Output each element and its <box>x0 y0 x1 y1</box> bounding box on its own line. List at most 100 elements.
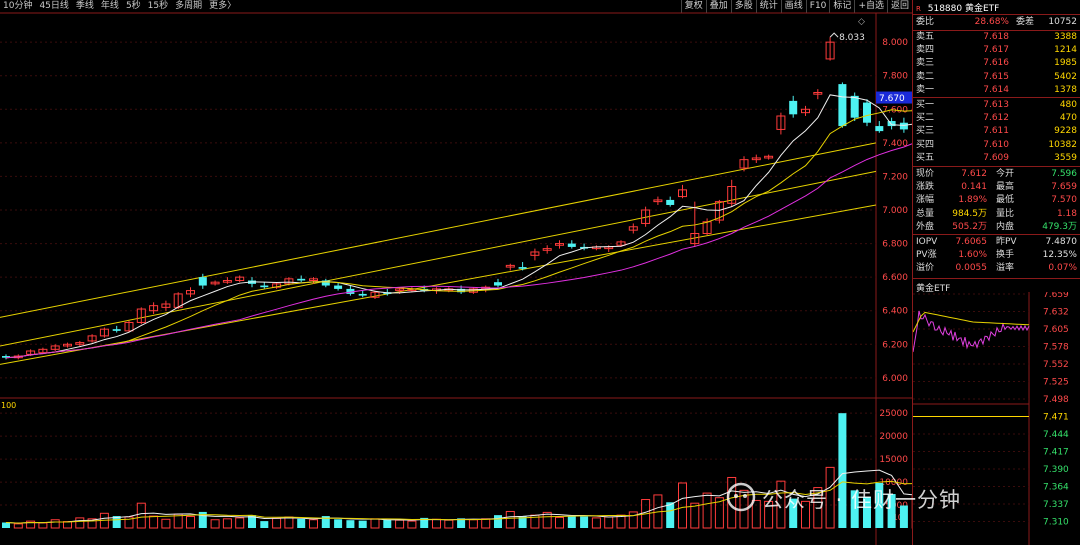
volume-bar-down <box>383 519 392 528</box>
kline-chart[interactable]: 8.0007.8007.6007.4007.2007.0006.8006.600… <box>0 0 912 545</box>
bid-label: 买一 <box>916 100 935 110</box>
quote-label: 今开 <box>996 169 1015 179</box>
candle-body-down <box>494 282 502 286</box>
volume-bar-down <box>666 502 675 528</box>
volume-bar-up <box>628 511 638 529</box>
quote-label: 涨跌 <box>916 182 935 193</box>
quote-value: 0.141 <box>961 182 987 193</box>
price-tick-label: 7.400 <box>882 139 908 149</box>
ask-row[interactable]: 卖二 7.615 5402 <box>913 71 1080 84</box>
volume-bar-up <box>395 519 405 529</box>
ask-row[interactable]: 卖四 7.617 1214 <box>913 44 1080 57</box>
candle-body-down <box>875 126 884 132</box>
iopv-value: 1.60% <box>958 250 987 261</box>
ask-price: 7.614 <box>983 84 1009 95</box>
ask-row[interactable]: 卖三 7.616 1985 <box>913 57 1080 70</box>
volume-bar-down <box>297 518 306 528</box>
quote-row: 涨跌 0.141 最高 7.659 <box>913 181 1080 194</box>
watermark-text: 公众号 · 佳财一分钟 <box>762 488 962 512</box>
candle-body-down <box>838 84 847 127</box>
volume-bar-up <box>235 517 245 529</box>
mini-tick-label: 7.525 <box>1043 378 1069 388</box>
volume-bar-up <box>222 518 232 529</box>
commission-diff-value: 10752 <box>1048 17 1077 27</box>
mini-tick-label: 7.498 <box>1043 395 1069 405</box>
candle-body-down <box>789 100 798 115</box>
candle-body-down <box>297 278 306 281</box>
ask-price: 7.616 <box>983 58 1009 69</box>
moving-average-line <box>5 109 912 359</box>
price-tick-label: 8.000 <box>882 38 908 48</box>
volume-bar-down <box>567 516 576 528</box>
volume-bar-up <box>555 516 564 529</box>
iopv-value: 12.35% <box>1042 250 1077 261</box>
security-code: 518880 <box>927 4 963 14</box>
volume-bar-up <box>210 519 220 529</box>
volume-bar-down <box>358 520 367 528</box>
quote-value: 1.18 <box>1056 208 1077 219</box>
volume-bar-down <box>346 520 355 528</box>
quote-label: 量比 <box>996 208 1015 219</box>
quote-value: 984.5万 <box>952 208 987 219</box>
ask-label: 卖四 <box>916 45 935 56</box>
diamond-icon: ◇ <box>858 17 865 27</box>
volume-bar-up <box>186 516 195 529</box>
iopv-row: PV涨 1.60% 换手 12.35% <box>913 249 1080 262</box>
wechat-logo-icon <box>726 482 756 512</box>
price-tick-label: 6.200 <box>882 340 908 350</box>
volume-bar-up <box>75 517 85 529</box>
volume-bar-down <box>580 516 589 528</box>
volume-bar-up <box>591 517 601 529</box>
ask-price: 7.618 <box>983 32 1009 42</box>
candle-body-down <box>112 329 121 331</box>
volume-tick-label: 20000 <box>879 432 908 442</box>
bid-volume: 480 <box>1059 100 1077 110</box>
bid-row[interactable]: 买二 7.612 470 <box>913 112 1080 125</box>
ask-label: 卖二 <box>916 71 935 82</box>
iopv-value: 7.4870 <box>1045 237 1078 247</box>
mini-price-line <box>913 310 1030 353</box>
price-tick-label: 6.600 <box>882 273 908 283</box>
iopv-row: 溢价 0.0055 溢率 0.07% <box>913 262 1080 275</box>
quote-label: 最高 <box>996 182 1015 193</box>
volume-bar-up <box>481 518 491 529</box>
iopv-value: 0.07% <box>1048 263 1077 274</box>
bid-row[interactable]: 买五 7.609 3559 <box>913 152 1080 165</box>
bid-price: 7.610 <box>983 139 1009 150</box>
quote-label: 总量 <box>916 208 935 219</box>
volume-bar-up <box>13 523 23 529</box>
candle-body-down <box>198 277 207 286</box>
ask-label: 卖一 <box>916 84 935 95</box>
bid-row[interactable]: 买三 7.611 9228 <box>913 125 1080 138</box>
mini-tick-label: 7.364 <box>1043 483 1069 493</box>
ask-price: 7.615 <box>983 71 1009 82</box>
volume-bar-up <box>370 518 380 529</box>
volume-tick-label: 15000 <box>879 455 908 465</box>
commission-ratio-row: 委比 28.68% 委差 10752 <box>913 16 1080 29</box>
ask-row[interactable]: 卖五 7.618 3388 <box>913 31 1080 44</box>
bid-row[interactable]: 买四 7.610 10382 <box>913 139 1080 152</box>
volume-bar-up <box>272 517 282 529</box>
candle-body-down <box>358 293 367 296</box>
iopv-label: 溢率 <box>996 263 1015 274</box>
ask-row[interactable]: 卖一 7.614 1378 <box>913 84 1080 97</box>
volume-bar-up <box>604 516 614 529</box>
volume-bar-down <box>260 521 269 528</box>
quote-row: 涨幅 1.89% 最低 7.570 <box>913 194 1080 207</box>
bid-price: 7.613 <box>983 100 1009 110</box>
quote-row: 总量 984.5万 量比 1.18 <box>913 208 1080 221</box>
price-tick-label: 7.800 <box>882 72 908 82</box>
mini-tick-label: 7.337 <box>1043 500 1069 510</box>
iopv-label: IOPV <box>916 237 938 247</box>
volume-bar-up <box>407 520 417 529</box>
bid-row[interactable]: 买一 7.613 480 <box>913 99 1080 112</box>
ask-volume: 1378 <box>1054 84 1077 95</box>
quote-value: 1.89% <box>958 195 987 206</box>
indicator-label: 100 <box>1 401 16 410</box>
volume-bar-up <box>63 521 72 529</box>
commission-diff-label: 委差 <box>1016 17 1035 27</box>
bid-label: 买五 <box>916 152 935 163</box>
iopv-value: 7.6065 <box>955 237 988 247</box>
ask-volume: 5402 <box>1054 71 1077 82</box>
iopv-value: 0.0055 <box>955 263 988 274</box>
